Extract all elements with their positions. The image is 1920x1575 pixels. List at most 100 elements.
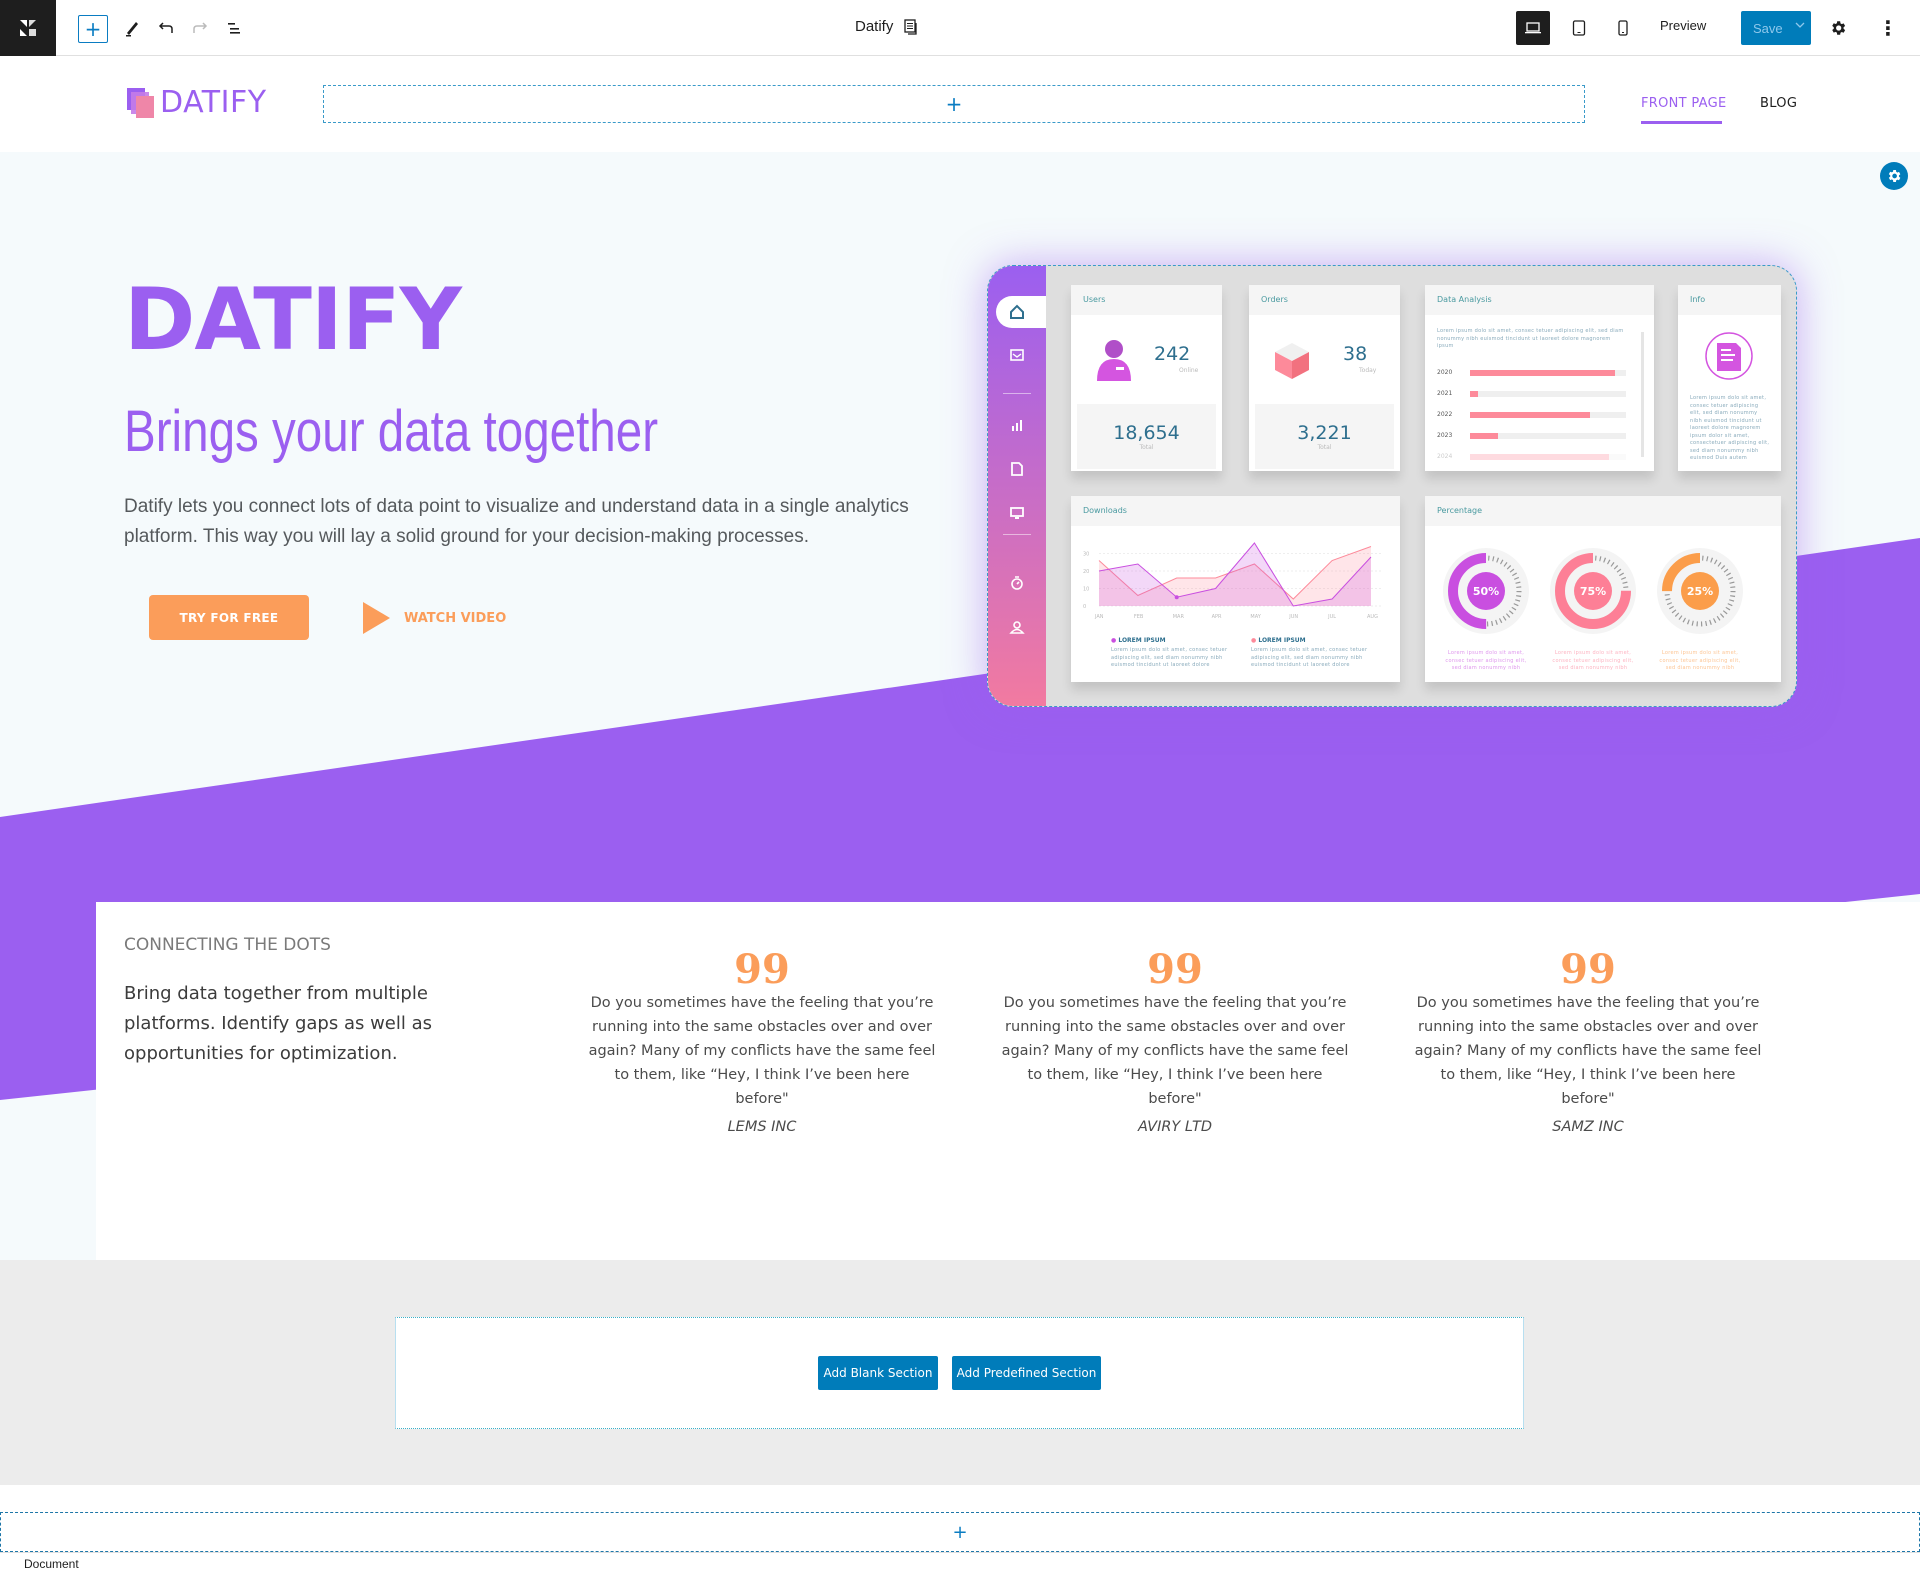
device-tablet-button[interactable] bbox=[1562, 11, 1596, 45]
list-view-button[interactable] bbox=[218, 12, 250, 44]
bar-fill bbox=[1470, 433, 1499, 439]
more-vertical-icon: ⋮ bbox=[1878, 16, 1898, 40]
nav-item-blog[interactable]: BLOG bbox=[1760, 96, 1797, 111]
downloads-legend-2: ● LOREM IPSUM Lorem ipsum dolo sit amet,… bbox=[1251, 637, 1371, 670]
connecting-body: Bring data together from multiple platfo… bbox=[124, 983, 433, 1064]
users-total-label: Total bbox=[1139, 444, 1154, 451]
data-analysis-title: Data Analysis bbox=[1425, 285, 1654, 315]
info-description: Lorem ipsum dolo sit amet, consec tetuer… bbox=[1690, 395, 1770, 461]
testimonial-author: SAMZ INC bbox=[1552, 1119, 1624, 1135]
header-add-block-area[interactable]: + bbox=[323, 85, 1585, 123]
plus-icon: + bbox=[84, 17, 102, 41]
document-icon bbox=[904, 18, 917, 35]
testimonial-author: AVIRY LTD bbox=[1137, 1119, 1213, 1135]
home-icon bbox=[1010, 304, 1024, 319]
builder-logo[interactable] bbox=[0, 0, 56, 56]
footer-add-block-area[interactable]: + bbox=[0, 1512, 1920, 1552]
add-block-button[interactable]: + bbox=[78, 15, 108, 43]
x-tick-label: FEB bbox=[1134, 614, 1144, 620]
site-header: DATIFY + FRONT PAGE BLOG bbox=[0, 56, 1920, 152]
x-tick-label: MAR bbox=[1173, 614, 1185, 620]
orders-total-value: 3,221 bbox=[1297, 422, 1352, 444]
testimonial-text: Do you sometimes have the feeling that y… bbox=[588, 995, 936, 1107]
testimonial-author: LEMS INC bbox=[727, 1119, 797, 1135]
undo-button[interactable] bbox=[150, 12, 182, 44]
info-card-title: Info bbox=[1678, 285, 1781, 315]
editor-toolbar: + Datify Preview Save ⋮ bbox=[0, 0, 1920, 56]
testimonial-text: Do you sometimes have the feeling that y… bbox=[1001, 995, 1349, 1107]
plus-icon: + bbox=[952, 1521, 968, 1543]
x-tick-label: JUN bbox=[1288, 614, 1298, 620]
bar-fill bbox=[1470, 391, 1478, 397]
dashboard-image[interactable]: Users 242 Online 18,654 Total Orders 38 … bbox=[987, 265, 1797, 707]
gear-icon bbox=[1888, 170, 1901, 182]
section-settings-button[interactable] bbox=[1880, 162, 1908, 190]
nav-item-front-page[interactable]: FRONT PAGE bbox=[1641, 96, 1727, 111]
laptop-icon bbox=[1525, 22, 1541, 34]
legend-label: LOREM IPSUM bbox=[1258, 637, 1306, 644]
legend-dot-icon: ● bbox=[1251, 637, 1257, 644]
data-point bbox=[1174, 595, 1179, 600]
legend-label: LOREM IPSUM bbox=[1118, 637, 1166, 644]
breadcrumb-document[interactable]: Document bbox=[24, 1557, 79, 1571]
users-online-label: Online bbox=[1179, 367, 1199, 374]
watch-video-button[interactable]: WATCH VIDEO bbox=[363, 602, 506, 634]
user-avatar-icon bbox=[1097, 340, 1131, 381]
play-icon bbox=[363, 602, 390, 634]
percentage-gauge: 25% Lorem ipsum dolo sit amet, consec tet… bbox=[1655, 546, 1745, 673]
add-predefined-section-button[interactable]: Add Predefined Section bbox=[952, 1356, 1101, 1390]
monitor-icon bbox=[1010, 507, 1024, 519]
more-options-button[interactable]: ⋮ bbox=[1872, 12, 1904, 44]
logo-square-front-icon bbox=[136, 96, 154, 118]
file-icon bbox=[1011, 462, 1023, 476]
add-blank-section-button[interactable]: Add Blank Section bbox=[818, 1356, 938, 1390]
gauge-description: Lorem ipsum dolo sit amet, consec tetuer… bbox=[1552, 650, 1634, 671]
document-title[interactable]: Datify bbox=[855, 18, 919, 35]
dashboard-sidebar bbox=[988, 266, 1046, 706]
x-tick-label: APR bbox=[1212, 614, 1222, 620]
save-label: Save bbox=[1753, 20, 1783, 36]
hero-title: DATIFY bbox=[124, 270, 462, 370]
watch-video-label: WATCH VIDEO bbox=[404, 610, 507, 626]
downloads-chart: 0 10 20 30 JAN FEB MAR APR MAY JUN JUL AUG bbox=[1083, 542, 1381, 620]
user-icon bbox=[1009, 621, 1025, 634]
testimonial-text: Do you sometimes have the feeling that y… bbox=[1414, 995, 1762, 1107]
bar-year-label: 2024 bbox=[1437, 453, 1453, 460]
device-desktop-button[interactable] bbox=[1516, 11, 1550, 45]
downloads-card: Downloads 0 10 20 30 JAN FEB MAR APR MAY JUN JUL AU… bbox=[1071, 496, 1400, 682]
gauge-ring: 50% bbox=[1443, 548, 1529, 634]
edit-tool-button[interactable] bbox=[116, 12, 148, 44]
gauge-description: Lorem ipsum dolo sit amet, consec tetuer… bbox=[1659, 650, 1741, 671]
percentage-card: Percentage 50% Lorem ipsum dolo sit amet,… bbox=[1425, 496, 1781, 682]
gauge-ring: 75% bbox=[1550, 548, 1636, 634]
bar-track bbox=[1470, 433, 1626, 439]
device-mobile-button[interactable] bbox=[1606, 11, 1640, 45]
y-tick-label: 0 bbox=[1083, 604, 1086, 610]
bar-fill bbox=[1470, 370, 1616, 376]
y-tick-label: 20 bbox=[1083, 569, 1089, 575]
orders-card: Orders 38 Today 3,221 Total bbox=[1249, 285, 1400, 471]
downloads-title: Downloads bbox=[1071, 496, 1400, 526]
bar-track bbox=[1470, 370, 1626, 376]
sidebar-divider bbox=[1003, 393, 1031, 394]
settings-button[interactable] bbox=[1822, 12, 1854, 44]
redo-button[interactable] bbox=[184, 12, 216, 44]
gauge-ring: 25% bbox=[1657, 548, 1743, 634]
data-analysis-scrollbar[interactable] bbox=[1641, 332, 1644, 457]
orders-total-label: Total bbox=[1317, 444, 1332, 451]
save-options-chevron-icon[interactable] bbox=[1795, 20, 1805, 33]
orders-today-label: Today bbox=[1359, 367, 1377, 374]
legend-description: Lorem ipsum dolo sit amet, consec tetuer… bbox=[1251, 647, 1368, 668]
bar-row: 2021 bbox=[1437, 390, 1626, 398]
testimonial: 99 Do you sometimes have the feeling tha… bbox=[1000, 950, 1350, 1136]
bar-track bbox=[1470, 412, 1626, 418]
site-logo[interactable]: DATIFY bbox=[127, 86, 267, 120]
pencil-icon bbox=[126, 22, 138, 37]
quote-icon: 99 bbox=[734, 946, 790, 993]
save-button[interactable]: Save bbox=[1741, 11, 1811, 45]
try-for-free-button[interactable]: TRY FOR FREE bbox=[149, 595, 309, 640]
legend-dot-icon: ● bbox=[1111, 637, 1117, 644]
downloads-legend-1: ● LOREM IPSUM Lorem ipsum dolo sit amet,… bbox=[1111, 637, 1231, 670]
testimonial: 99 Do you sometimes have the feeling tha… bbox=[1413, 950, 1763, 1136]
preview-button[interactable]: Preview bbox=[1660, 18, 1706, 33]
